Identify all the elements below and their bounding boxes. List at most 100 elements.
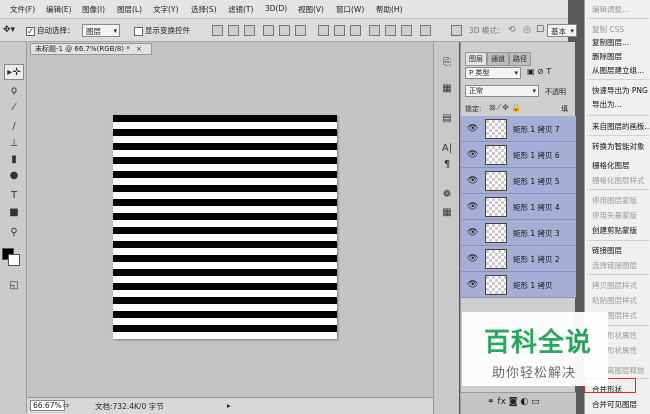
3d-orbit-icon[interactable]: ⟲ (508, 24, 516, 37)
context-menu-item[interactable]: 从图层建立组... (592, 65, 644, 76)
move-tool-preset-icon[interactable]: ✥▾ (3, 24, 15, 37)
magic-wand-icon[interactable]: ⁄ (4, 100, 24, 116)
menu-edit[interactable]: 编辑(E) (46, 4, 72, 15)
menu-file[interactable]: 文件(F) (10, 4, 35, 15)
background-color-swatch[interactable] (8, 254, 20, 266)
close-icon[interactable]: × (136, 45, 142, 53)
layer-row[interactable]: 👁 矩形 1 拷贝 5 (461, 168, 576, 194)
grid-icon[interactable]: ▦ (439, 206, 455, 220)
context-menu-item[interactable]: 合并可见图层 (592, 399, 637, 410)
context-menu-item[interactable]: 快速导出为 PNG (592, 85, 648, 96)
styles-icon[interactable]: ❁ (439, 188, 455, 202)
stripe-rect (113, 283, 337, 290)
workspace-icon[interactable]: ☐ (536, 24, 544, 37)
layer-row[interactable]: 👁 矩形 1 拷贝 6 (461, 142, 576, 168)
menu-select[interactable]: 选择(S) (191, 4, 217, 15)
menu-separator (589, 79, 649, 80)
context-menu-item[interactable]: 栅格化图层 (592, 160, 630, 171)
stripe-rect (113, 157, 337, 164)
layer-row[interactable]: 👁 矩形 1 拷贝 (461, 272, 576, 298)
3d-roll-icon[interactable]: ◎ (523, 24, 531, 37)
visibility-eye-icon[interactable]: 👁 (467, 228, 478, 238)
context-menu-item[interactable]: 转换为智能对象 (592, 141, 645, 152)
canvas[interactable] (113, 115, 337, 339)
zoom-tool-icon[interactable]: ⚲ (4, 225, 24, 241)
filter-image-icon[interactable]: ▣ ⊘ T (527, 67, 551, 76)
layer-filter-dropdown[interactable]: P 类型 (465, 67, 521, 79)
brush-tool-icon[interactable]: ∕ (4, 119, 24, 135)
type-tool-icon[interactable]: T (4, 188, 24, 204)
auto-select-dropdown[interactable]: 图层 (82, 24, 120, 38)
stripe-rect (113, 115, 337, 122)
lasso-tool-icon[interactable]: ϙ (4, 83, 24, 99)
swatches-icon[interactable]: ▦ (439, 82, 455, 96)
3d-mode-label: 3D 模式： (469, 26, 505, 35)
menu-view[interactable]: 视图(V) (298, 4, 324, 15)
paragraph-icon[interactable]: ¶ (439, 158, 455, 172)
menu-layer[interactable]: 图层(L) (117, 4, 142, 15)
eraser-tool-icon[interactable]: ▮ (4, 152, 24, 168)
history-icon[interactable]: ⎘ (439, 56, 455, 70)
screen-mode-icon[interactable]: ◱ (4, 278, 24, 294)
rectangle-tool-icon[interactable]: ■ (4, 205, 24, 221)
auto-select-checkbox[interactable]: ✓ 自动选择： (26, 24, 75, 37)
menu-image[interactable]: 图像(I) (82, 4, 105, 15)
dodge-tool-icon[interactable]: ● (4, 168, 24, 184)
menu-type[interactable]: 文字(Y) (153, 4, 178, 15)
status-arrow-icon[interactable]: ▸ (227, 401, 231, 410)
visibility-eye-icon[interactable]: 👁 (467, 202, 478, 212)
context-menu-item[interactable]: 创建剪贴蒙版 (592, 225, 637, 236)
context-menu-item[interactable]: 链接图层 (592, 245, 622, 256)
context-menu-item[interactable]: 复制图层... (592, 37, 629, 48)
visibility-eye-icon[interactable]: 👁 (467, 254, 478, 264)
lock-icons[interactable]: ⊠ ⁄ ✥ 🔒 (489, 103, 521, 112)
menu-3d[interactable]: 3D(D) (265, 4, 287, 13)
visibility-eye-icon[interactable]: 👁 (467, 150, 478, 160)
properties-icon[interactable]: ▤ (439, 112, 455, 126)
layer-row[interactable]: 👁 矩形 1 拷贝 2 (461, 246, 576, 272)
menu-separator (589, 115, 649, 116)
align-right-icon[interactable] (295, 25, 306, 36)
tab-layers[interactable]: 图层 (465, 52, 487, 66)
menu-help[interactable]: 帮助(H) (376, 4, 403, 15)
align-bottom-icon[interactable] (244, 25, 255, 36)
distribute-top-icon[interactable] (318, 25, 329, 36)
distribute-vcenter-icon[interactable] (334, 25, 345, 36)
context-menu-item[interactable]: 删除图层 (592, 51, 622, 62)
document-tab[interactable]: 未标题-1 @ 66.7%(RGB/8) * × (30, 43, 152, 55)
tab-channels[interactable]: 通道 (487, 52, 509, 66)
align-vcenter-icon[interactable] (228, 25, 239, 36)
distribute-left-icon[interactable] (369, 25, 380, 36)
clone-stamp-icon[interactable]: ⊥ (4, 136, 24, 152)
align-top-icon[interactable] (212, 25, 223, 36)
stripe-rect (113, 255, 337, 262)
layer-row[interactable]: 👁 矩形 1 拷贝 4 (461, 194, 576, 220)
visibility-eye-icon[interactable]: 👁 (467, 176, 478, 186)
distribute-bottom-icon[interactable] (350, 25, 361, 36)
menu-filter[interactable]: 滤镜(T) (228, 4, 253, 15)
export-icon[interactable]: ⇨ (63, 401, 70, 410)
zoom-level-field[interactable]: 66.67% (30, 400, 65, 411)
workspace-dropdown[interactable]: 基本 (547, 24, 577, 38)
character-icon[interactable]: A| (439, 142, 455, 156)
move-tool-icon[interactable]: ▸✛ (4, 64, 24, 80)
context-menu-item[interactable]: 来自图层的画板... (592, 121, 650, 132)
align-left-icon[interactable] (263, 25, 274, 36)
stripe-rect (113, 297, 337, 304)
blend-mode-dropdown[interactable]: 正常 (465, 85, 539, 97)
layer-row[interactable]: 👁 矩形 1 拷贝 3 (461, 220, 576, 246)
show-transform-checkbox[interactable]: 显示变换控件 (134, 24, 190, 37)
context-menu-item[interactable]: 导出为... (592, 99, 622, 110)
visibility-eye-icon[interactable]: 👁 (467, 280, 478, 290)
tab-paths[interactable]: 路径 (509, 52, 531, 66)
context-menu-item: 选择链接图层 (592, 261, 637, 270)
visibility-eye-icon[interactable]: 👁 (467, 124, 478, 134)
layer-row[interactable]: 👁 矩形 1 拷贝 7 (461, 116, 576, 142)
distribute-right-icon[interactable] (401, 25, 412, 36)
distribute-hcenter-icon[interactable] (385, 25, 396, 36)
align-hcenter-icon[interactable] (279, 25, 290, 36)
auto-align-icon[interactable] (420, 25, 431, 36)
menu-window[interactable]: 窗口(W) (336, 4, 364, 15)
opacity-label: 不透明 (545, 88, 566, 96)
link-layers-icon[interactable]: ⚭ fx ◙ ◐ ▭ (487, 397, 540, 407)
